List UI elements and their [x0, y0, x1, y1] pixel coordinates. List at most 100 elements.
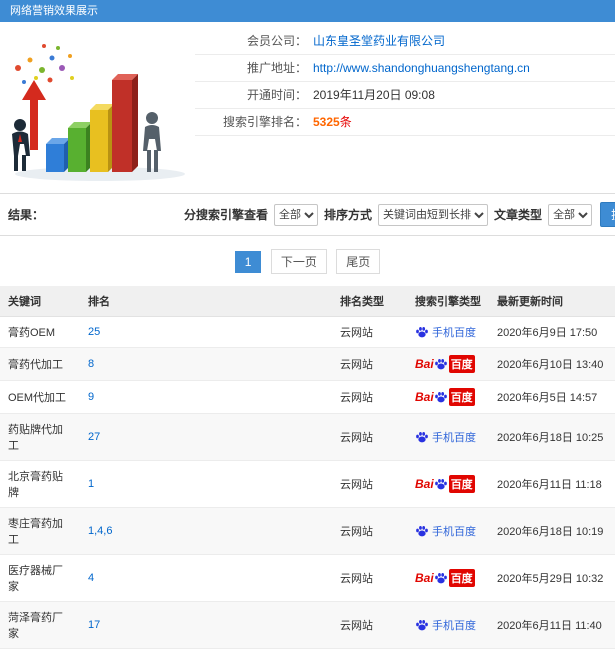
- cell-rank-type: 云网站: [332, 554, 407, 602]
- article-type-select[interactable]: 全部: [548, 203, 593, 226]
- open-time-value: 2019年11月20日 09:08: [313, 88, 435, 102]
- page-last-button[interactable]: 尾页: [336, 249, 381, 274]
- header-updated: 最新更新时间: [489, 286, 615, 317]
- baidu-paw-icon: [434, 392, 447, 403]
- table-row: OEM代加工 9 云网站 Bai 百度 2020年6月5日 14:57: [0, 380, 615, 414]
- result-label: 结果：: [8, 208, 45, 222]
- page-current[interactable]: 1: [234, 250, 262, 273]
- mobile-baidu-badge: 手机百度: [415, 617, 481, 633]
- page-next-button[interactable]: 下一页: [270, 249, 327, 274]
- submit-button[interactable]: 提交: [600, 202, 615, 227]
- mobile-baidu-badge: 手机百度: [415, 523, 481, 539]
- baidu-paw-icon: [434, 573, 447, 584]
- baidu-du-text: 百度: [448, 569, 475, 587]
- window-title-bar: 网络营销效果展示: [0, 0, 615, 22]
- rank-count-label: 搜索引擎排名：: [222, 115, 307, 129]
- baidu-paw-icon: [434, 479, 447, 490]
- rank-count-suffix: 条: [339, 115, 352, 129]
- baidu-paw-icon: [434, 359, 447, 370]
- baidu-paw-icon: [416, 526, 428, 537]
- cell-rank-type: 云网站: [332, 347, 407, 381]
- cell-keyword: 膏药OEM: [0, 316, 80, 348]
- table-row: 医疗器械厂家 4 云网站 Bai 百度 2020年5月29日 10:32: [0, 554, 615, 602]
- rank-count-value: 5325条: [307, 109, 352, 135]
- baidu-bai-text: Bai: [415, 390, 434, 404]
- baidu-badge: Bai 百度: [415, 569, 481, 587]
- baidu-du-text: 百度: [448, 388, 475, 406]
- baidu-bai-text: Bai: [415, 477, 434, 491]
- page-title: 网络营销效果展示: [10, 5, 98, 17]
- baidu-badge: Bai 百度: [415, 388, 481, 406]
- mobile-baidu-label: 手机百度: [432, 432, 476, 444]
- info-row-rank-count: 搜索引擎排名： 5325条: [195, 109, 615, 136]
- info-row-open-time: 开通时间： 2019年11月20日 09:08: [195, 82, 615, 109]
- cell-keyword: 药贴牌代加工: [0, 413, 80, 461]
- mobile-baidu-badge: 手机百度: [415, 324, 481, 340]
- article-type-label: 文章类型: [494, 208, 543, 222]
- cell-rank[interactable]: 25: [88, 326, 100, 338]
- filter-bar: 结果： 分搜索引擎查看 全部 排序方式 关键词由短到长排序 文章类型 全部 提交: [0, 193, 615, 236]
- promo-url-link[interactable]: http://www.shandonghuangshengtang.cn: [307, 55, 530, 81]
- cell-rank[interactable]: 1: [88, 478, 94, 490]
- baidu-bai-text: Bai: [415, 571, 434, 585]
- cell-keyword: 医疗器械厂家: [0, 554, 80, 602]
- cell-keyword: 北京膏药贴牌: [0, 460, 80, 508]
- results-tbody: 膏药OEM 25 云网站 手机百度 2020年6月9日 17:50 膏药代加工 …: [0, 316, 615, 649]
- header-keyword: 关键词: [0, 286, 80, 317]
- mobile-baidu-label: 手机百度: [432, 620, 476, 632]
- cell-rank-type: 云网站: [332, 380, 407, 414]
- engine-filter-select[interactable]: 全部: [274, 203, 319, 226]
- cell-updated: 2020年6月10日 13:40: [489, 347, 615, 381]
- promo-url-label: 推广地址：: [246, 61, 307, 75]
- table-row: 药贴牌代加工 27 云网站 手机百度 2020年6月18日 10:25: [0, 413, 615, 461]
- open-time-label: 开通时间：: [246, 88, 307, 102]
- cell-rank[interactable]: 9: [88, 391, 94, 403]
- table-row: 枣庄膏药加工 1,4,6 云网站 手机百度 2020年6月18日 10:19: [0, 507, 615, 555]
- cell-rank-type: 云网站: [332, 316, 407, 348]
- mobile-baidu-badge: 手机百度: [415, 429, 481, 445]
- cell-keyword: 枣庄膏药加工: [0, 507, 80, 555]
- baidu-du-text: 百度: [448, 355, 475, 373]
- cell-rank-type: 云网站: [332, 460, 407, 508]
- sort-filter-label: 排序方式: [324, 208, 373, 222]
- cell-rank[interactable]: 27: [88, 431, 100, 443]
- cell-rank[interactable]: 8: [88, 358, 94, 370]
- table-header-row: 关键词 排名 排名类型 搜索引擎类型 最新更新时间: [0, 286, 615, 317]
- cell-updated: 2020年6月9日 17:50: [489, 316, 615, 348]
- baidu-paw-icon: [416, 327, 428, 338]
- cell-rank[interactable]: 17: [88, 619, 100, 631]
- cell-updated: 2020年6月11日 11:18: [489, 460, 615, 508]
- info-row-url: 推广地址： http://www.shandonghuangshengtang.…: [195, 55, 615, 82]
- cell-updated: 2020年5月29日 10:32: [489, 554, 615, 602]
- table-row: 膏药代加工 8 云网站 Bai 百度 2020年6月10日 13:40: [0, 347, 615, 381]
- rank-count-number: 5325: [313, 115, 340, 129]
- sort-filter-select[interactable]: 关键词由短到长排序: [378, 203, 489, 226]
- header-rank-type: 排名类型: [332, 286, 407, 317]
- header-engine-type: 搜索引擎类型: [407, 286, 489, 317]
- pagination: 1 下一页 尾页: [0, 236, 615, 286]
- cell-rank-type: 云网站: [332, 413, 407, 461]
- mobile-baidu-label: 手机百度: [432, 526, 476, 538]
- engine-filter-label: 分搜索引擎查看: [184, 208, 269, 222]
- cell-updated: 2020年6月5日 14:57: [489, 380, 615, 414]
- cell-updated: 2020年6月18日 10:19: [489, 507, 615, 555]
- table-row: 北京膏药贴牌 1 云网站 Bai 百度 2020年6月11日 11:18: [0, 460, 615, 508]
- results-table: 关键词 排名 排名类型 搜索引擎类型 最新更新时间 膏药OEM 25 云网站 手…: [0, 286, 615, 649]
- cell-keyword: 膏药代加工: [0, 347, 80, 381]
- mobile-baidu-label: 手机百度: [432, 327, 476, 339]
- baidu-badge: Bai 百度: [415, 355, 481, 373]
- member-info-section: 会员公司： 山东皇圣堂药业有限公司 推广地址： http://www.shand…: [0, 22, 615, 185]
- cell-updated: 2020年6月11日 11:40: [489, 601, 615, 649]
- baidu-bai-text: Bai: [415, 357, 434, 371]
- cell-rank[interactable]: 1,4,6: [88, 525, 112, 537]
- cell-rank-type: 云网站: [332, 507, 407, 555]
- company-link[interactable]: 山东皇圣堂药业有限公司: [307, 28, 445, 54]
- company-label: 会员公司：: [246, 34, 307, 48]
- baidu-paw-icon: [416, 432, 428, 443]
- member-info-list: 会员公司： 山东皇圣堂药业有限公司 推广地址： http://www.shand…: [195, 22, 615, 185]
- baidu-paw-icon: [416, 620, 428, 631]
- cell-keyword: OEM代加工: [0, 380, 80, 414]
- cell-rank[interactable]: 4: [88, 572, 94, 584]
- baidu-badge: Bai 百度: [415, 475, 481, 493]
- cell-rank-type: 云网站: [332, 601, 407, 649]
